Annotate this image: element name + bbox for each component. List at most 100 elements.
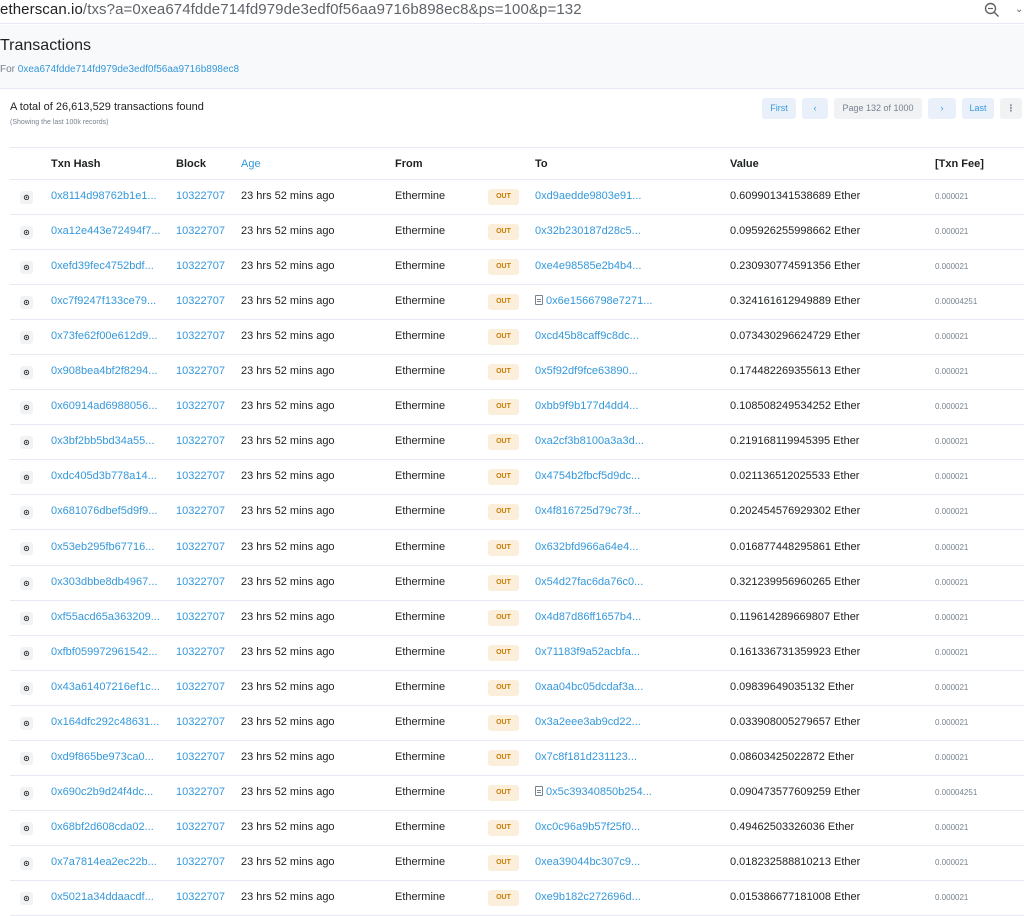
txn-hash-link[interactable]: 0x68bf2d608cda02... [51,821,154,833]
block-link[interactable]: 10322707 [176,541,225,553]
view-details-icon[interactable]: ⊙ [20,506,33,520]
block-link[interactable]: 10322707 [176,225,225,237]
col-age[interactable]: Age [241,158,261,170]
col-txn-fee[interactable]: [Txn Fee] [935,158,984,170]
txn-fee-text: 0.000021 [935,507,969,517]
block-link[interactable]: 10322707 [176,295,225,307]
block-link[interactable]: 10322707 [176,365,225,377]
block-link[interactable]: 10322707 [176,470,225,482]
to-address-link[interactable]: 0xe4e98585e2b4b4... [535,260,641,272]
txn-hash-link[interactable]: 0xa12e443e72494f7... [51,225,161,237]
block-link[interactable]: 10322707 [176,435,225,447]
view-details-icon[interactable]: ⊙ [20,856,33,870]
chevron-down-icon[interactable]: ⌄ [1015,4,1023,15]
block-link[interactable]: 10322707 [176,611,225,623]
browser-url-bar[interactable]: etherscan.io/txs?a=0xea674fdde714fd979de… [0,0,1024,24]
block-link[interactable]: 10322707 [176,751,225,763]
txn-hash-link[interactable]: 0xc7f9247f133ce79... [51,295,156,307]
block-link[interactable]: 10322707 [176,646,225,658]
to-address-link[interactable]: 0xbb9f9b177d4dd4... [535,400,638,412]
to-address-link[interactable]: 0xd9aedde9803e91... [535,190,641,202]
txn-hash-link[interactable]: 0xd9f865be973ca0... [51,751,154,763]
to-address-link[interactable]: 0x32b230187d28c5... [535,225,641,237]
view-details-icon[interactable]: ⊙ [20,366,33,380]
to-address-link[interactable]: 0x4754b2fbcf5d9dc... [535,470,640,482]
txn-hash-link[interactable]: 0x73fe62f00e612d9... [51,330,157,342]
view-details-icon[interactable]: ⊙ [20,646,33,660]
address-bar-text[interactable]: etherscan.io/txs?a=0xea674fdde714fd979de… [0,1,582,18]
view-details-icon[interactable]: ⊙ [20,716,33,730]
txn-hash-link[interactable]: 0xdc405d3b778a14... [51,470,157,482]
block-link[interactable]: 10322707 [176,260,225,272]
view-details-icon[interactable]: ⊙ [20,541,33,555]
block-link[interactable]: 10322707 [176,786,225,798]
more-options-button[interactable]: ⋮ [1000,98,1022,119]
txn-fee-text: 0.000021 [935,402,969,412]
view-details-icon[interactable]: ⊙ [20,892,33,905]
txn-hash-link[interactable]: 0x681076dbef5d9f9... [51,505,157,517]
view-details-icon[interactable]: ⊙ [20,821,33,835]
to-address-link[interactable]: 0x6e1566798e7271... [535,295,652,307]
txn-hash-link[interactable]: 0x303dbbe8db4967... [51,576,157,588]
from-text: Ethermine [395,785,446,798]
to-address-link[interactable]: 0xea39044bc307c9... [535,856,640,868]
txn-hash-link[interactable]: 0x43a61407216ef1c... [51,681,160,693]
to-address-link[interactable]: 0xc0c96a9b57f25f0... [535,821,640,833]
to-address-link[interactable]: 0x54d27fac6da76c0... [535,576,643,588]
block-link[interactable]: 10322707 [176,505,225,517]
txn-hash-link[interactable]: 0x7a7814ea2ec22b... [51,856,157,868]
view-details-icon[interactable]: ⊙ [20,401,33,415]
block-link[interactable]: 10322707 [176,891,225,903]
to-address-link[interactable]: 0x5f92df9fce63890... [535,365,638,377]
txn-hash-link[interactable]: 0x5021a34ddaacdf... [51,891,154,903]
block-link[interactable]: 10322707 [176,821,225,833]
txn-hash-link[interactable]: 0xf55acd65a363209... [51,611,160,623]
to-address-link[interactable]: 0xa2cf3b8100a3a3d... [535,435,644,447]
view-details-icon[interactable]: ⊙ [20,471,33,485]
txn-hash-link[interactable]: 0x60914ad6988056... [51,400,157,412]
to-address-link[interactable]: 0x632bfd966a64e4... [535,541,638,553]
view-details-icon[interactable]: ⊙ [20,681,33,695]
address-link[interactable]: 0xea674fdde714fd979de3edf0f56aa9716b898e… [18,64,239,75]
first-page-button[interactable]: First [762,98,796,119]
view-details-icon[interactable]: ⊙ [20,331,33,345]
next-page-button[interactable]: › [928,98,956,119]
txn-hash-link[interactable]: 0x908bea4bf2f8294... [51,365,157,377]
txn-hash-link[interactable]: 0x53eb295fb67716... [51,541,154,553]
block-link[interactable]: 10322707 [176,681,225,693]
to-address-link[interactable]: 0x7c8f181d231123... [535,751,637,763]
prev-page-button[interactable]: ‹ [802,98,828,119]
txn-hash-link[interactable]: 0x3bf2bb5bd34a55... [51,435,154,447]
txn-hash-link[interactable]: 0xefd39fec4752bdf... [51,260,154,272]
to-address-link[interactable]: 0xcd45b8caff9c8dc... [535,330,639,342]
to-address-link[interactable]: 0x71183f9a52acbfa... [535,646,640,658]
block-link[interactable]: 10322707 [176,400,225,412]
block-link[interactable]: 10322707 [176,330,225,342]
txn-hash-link[interactable]: 0xfbf059972961542... [51,646,157,658]
view-details-icon[interactable]: ⊙ [20,786,33,800]
view-details-icon[interactable]: ⊙ [20,296,33,310]
to-address-link[interactable]: 0xe9b182c272696d... [535,891,641,903]
to-address-link[interactable]: 0x3a2eee3ab9cd22... [535,716,641,728]
to-address-link[interactable]: 0x5c39340850b254... [535,785,652,798]
view-details-icon[interactable]: ⊙ [20,576,33,590]
view-details-icon[interactable]: ⊙ [20,611,33,625]
txn-hash-link[interactable]: 0x164dfc292c48631... [51,716,159,728]
zoom-icon[interactable] [983,1,1001,19]
to-address-link[interactable]: 0xaa04bc05dcdaf3a... [535,681,643,693]
view-details-icon[interactable]: ⊙ [20,191,33,204]
last-page-button[interactable]: Last [962,98,994,119]
block-link[interactable]: 10322707 [176,190,225,202]
view-details-icon[interactable]: ⊙ [20,226,33,240]
view-details-icon[interactable]: ⊙ [20,261,33,275]
block-link[interactable]: 10322707 [176,716,225,728]
block-link[interactable]: 10322707 [176,576,225,588]
to-address-link[interactable]: 0x4d87d86ff1657b4... [535,611,641,623]
to-address-link[interactable]: 0x4f816725d79c73f... [535,505,641,517]
txn-hash-link[interactable]: 0x690c2b9d24f4dc... [51,786,153,798]
txn-hash-link[interactable]: 0x8114d98762b1e1... [51,190,157,202]
view-details-icon[interactable]: ⊙ [20,436,33,450]
block-link[interactable]: 10322707 [176,856,225,868]
value-text: 0.033908005279657 Ether [730,715,861,728]
view-details-icon[interactable]: ⊙ [20,751,33,765]
